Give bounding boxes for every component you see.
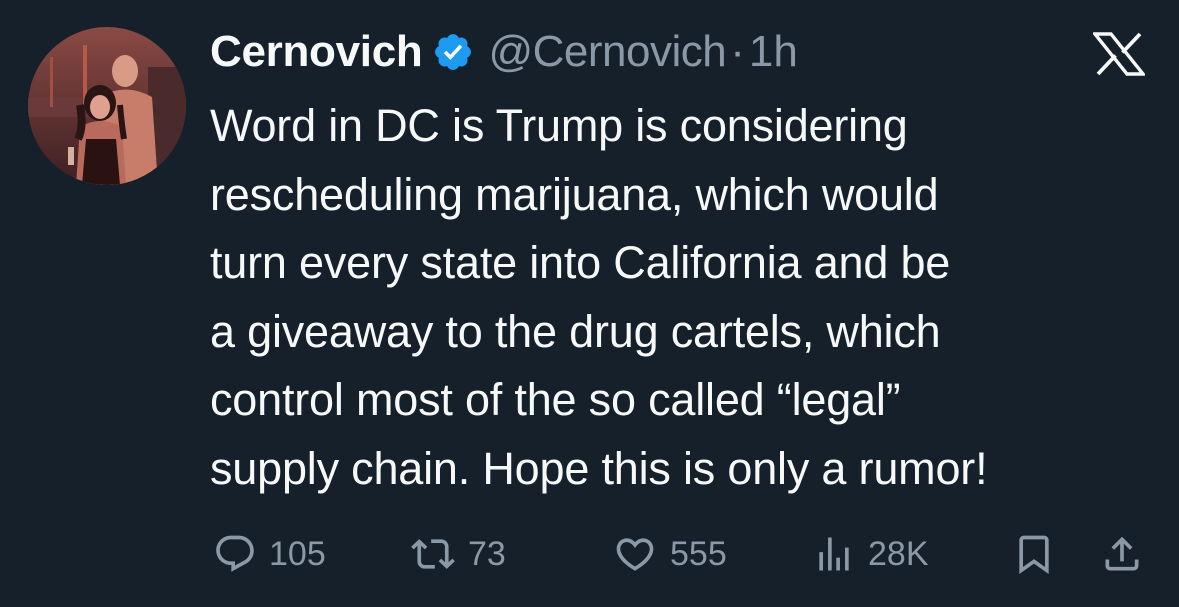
timestamp[interactable]: 1h [749, 27, 798, 77]
views-chart-icon [819, 537, 849, 571]
reply-icon [216, 535, 254, 572]
heart-icon [616, 538, 654, 571]
share-button[interactable] [1100, 524, 1144, 584]
bookmark-button[interactable] [1012, 524, 1056, 584]
reply-button[interactable]: 105 [213, 524, 326, 584]
tweet-text-line: control most of the so called “legal” [210, 374, 901, 425]
tweet-card: Cernovich @Cernovich · 1h Word in DC is … [0, 0, 1179, 607]
reply-count: 105 [269, 534, 326, 573]
repost-button[interactable]: 73 [410, 524, 506, 584]
bookmark-icon [1019, 535, 1049, 575]
tweet-header: Cernovich @Cernovich · 1h [210, 22, 798, 82]
tweet-text-line: a giveaway to the drug cartels, which [210, 305, 941, 357]
tweet-text: Word in DC is Trump is considering resch… [210, 92, 1160, 503]
display-name[interactable]: Cernovich [210, 27, 423, 77]
share-icon [1105, 536, 1139, 571]
repost-count: 73 [468, 534, 506, 573]
action-bar: 105 73 555 28K [0, 524, 1179, 584]
like-count: 555 [670, 534, 727, 573]
handle[interactable]: @Cernovich [488, 27, 726, 77]
tweet-text-line: Word in DC is Trump is considering [210, 100, 908, 151]
avatar-image [28, 27, 186, 185]
like-button[interactable]: 555 [612, 524, 727, 584]
avatar[interactable] [28, 27, 186, 185]
repost-icon [411, 539, 455, 569]
views-button[interactable]: 28K [812, 524, 929, 584]
tweet-text-line: supply chain. Hope this is only a rumor! [210, 442, 988, 494]
tweet-text-line: turn every state into California and be [210, 237, 951, 288]
views-count: 28K [868, 534, 929, 573]
verified-badge-icon [432, 31, 474, 73]
x-logo-icon [1091, 32, 1147, 76]
separator-dot: · [730, 27, 745, 76]
tweet-text-line: rescheduling marijuana, which would [210, 168, 939, 220]
